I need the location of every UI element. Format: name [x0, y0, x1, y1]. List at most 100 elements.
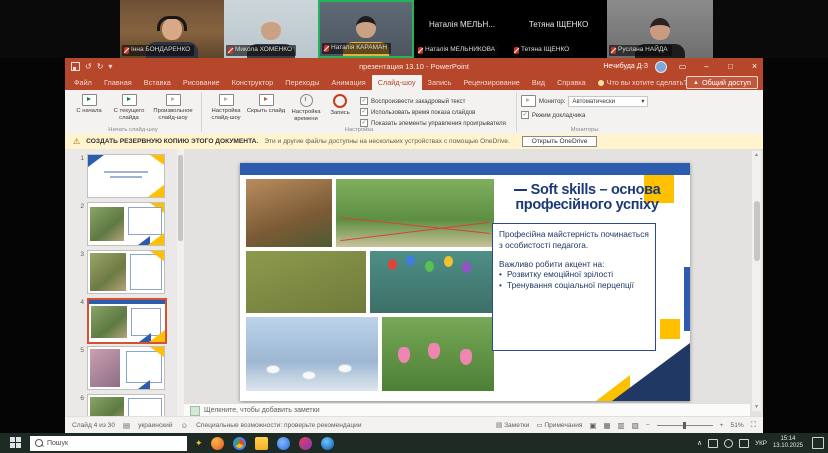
scroll-down-icon[interactable]: ▼: [752, 403, 761, 411]
tab-home[interactable]: Главная: [98, 75, 138, 90]
balloon: [406, 255, 415, 266]
tab-animations[interactable]: Анимация: [325, 75, 371, 90]
participant-tile-6[interactable]: Руслана НАЙДА: [607, 0, 713, 58]
notes-toggle[interactable]: ▤ Заметки: [496, 421, 529, 429]
comments-toggle[interactable]: ▭ Примечания: [536, 421, 582, 429]
slide-thumbnail-3[interactable]: [87, 250, 165, 294]
tab-review[interactable]: Рецензирование: [458, 75, 526, 90]
tab-draw[interactable]: Рисование: [177, 75, 226, 90]
thumb-textbox: [128, 398, 162, 417]
edge-icon[interactable]: [277, 437, 290, 450]
qat-more-icon[interactable]: ▾: [108, 62, 112, 71]
slide-text-box[interactable]: Професійна майстерність починається з ос…: [492, 223, 656, 351]
custom-slideshow-button[interactable]: Произвольное слайд-шоу: [149, 93, 197, 122]
undo-icon[interactable]: ↺: [85, 62, 92, 71]
file-explorer-icon[interactable]: [255, 437, 268, 450]
account-avatar[interactable]: [655, 61, 667, 73]
tab-insert[interactable]: Вставка: [138, 75, 177, 90]
tab-view[interactable]: Вид: [526, 75, 551, 90]
play-narrations-checkbox[interactable]: ✓ Воспроизвести закадровый текст: [360, 97, 506, 105]
normal-view-icon[interactable]: ▣: [589, 421, 596, 430]
participant-tile-2[interactable]: Микола ХОМЕНКО: [224, 0, 318, 58]
monitor-dropdown[interactable]: Автоматически ▾: [568, 96, 648, 107]
ribbon-display-options-icon[interactable]: ▭: [674, 58, 691, 75]
slide-navy-triangle: [612, 343, 690, 401]
checkbox-icon: ✓: [360, 108, 368, 116]
scrollbar-thumb[interactable]: [754, 201, 760, 261]
hide-slide-button[interactable]: Скрыть слайд: [246, 93, 286, 115]
participant-tile-4[interactable]: Наталія МЕЛЬН... Наталія МЕЛЬНИКОВА: [414, 0, 510, 58]
open-onedrive-button[interactable]: Открыть OneDrive: [522, 136, 598, 147]
from-beginning-button[interactable]: С начала: [69, 93, 109, 115]
slide-thumbnail-4-selected[interactable]: [87, 298, 167, 344]
group-label: Мониторы: [517, 127, 653, 133]
clock[interactable]: 15:14 13.10.2025: [773, 436, 803, 450]
zoom-percentage[interactable]: 51%: [731, 422, 744, 429]
reading-view-icon[interactable]: ▥: [618, 421, 625, 430]
slide-thumbnail-5[interactable]: [87, 346, 165, 390]
tell-me-box[interactable]: Что вы хотите сделать?: [592, 75, 688, 90]
presenter-view-checkbox[interactable]: ✓ Режим докладчика: [521, 111, 585, 119]
slide-thumbnail-6[interactable]: [87, 394, 165, 417]
zoom-slider[interactable]: [657, 425, 713, 426]
slide-title[interactable]: Soft skills – основа професійного успіху: [490, 183, 684, 213]
slide-thumbnail-1[interactable]: [87, 154, 165, 198]
participant-6-name-label: Руслана НАЙДА: [609, 45, 672, 56]
tab-transitions[interactable]: Переходы: [279, 75, 325, 90]
accessibility-status[interactable]: Специальные возможности: проверьте реком…: [196, 422, 361, 429]
chrome-icon[interactable]: [233, 437, 246, 450]
slide-number: 4: [74, 299, 84, 306]
tab-file[interactable]: Файл: [68, 75, 98, 90]
slide-area-scrollbar[interactable]: ▲ ▼: [752, 151, 761, 411]
setup-slideshow-button[interactable]: Настройка слайд-шоу: [206, 93, 246, 122]
participant-tile-5[interactable]: Тетяна ІЩЕНКО Тетяна ІЩЕНКО: [510, 0, 607, 58]
action-center-icon[interactable]: [812, 437, 824, 449]
language-switcher[interactable]: УКР: [755, 440, 767, 447]
language-indicator[interactable]: украинский: [138, 422, 172, 429]
save-icon[interactable]: [71, 62, 80, 71]
restore-button[interactable]: □: [722, 58, 739, 75]
zoom-in-icon[interactable]: +: [720, 422, 724, 429]
account-name[interactable]: Нечибуда Д-З: [603, 63, 648, 70]
scroll-up-icon[interactable]: ▲: [752, 151, 761, 159]
minimize-button[interactable]: –: [698, 58, 715, 75]
onedrive-banner: ⚠ СОЗДАТЬ РЕЗЕРВНУЮ КОПИЮ ЭТОГО ДОКУМЕНТ…: [65, 134, 763, 149]
slide-thumbnail-2[interactable]: [87, 202, 165, 246]
slide-sorter-view-icon[interactable]: ▦: [604, 421, 611, 430]
record-button[interactable]: Запись: [326, 93, 354, 117]
cortana-sparkle-icon[interactable]: ✦: [195, 438, 203, 449]
share-button[interactable]: ▲ Общий доступ: [686, 76, 758, 89]
slide-canvas[interactable]: Soft skills – основа професійного успіху…: [240, 163, 690, 401]
start-button[interactable]: [10, 437, 22, 449]
telegram-icon[interactable]: [321, 437, 334, 450]
scrollbar-thumb[interactable]: [178, 155, 183, 241]
participant-tile-1[interactable]: Інна БОНДАРЕНКО: [120, 0, 224, 58]
tab-slideshow[interactable]: Слайд-шоу: [372, 75, 422, 90]
participant-tile-3-active-speaker[interactable]: Наталія КАРАМАН: [318, 0, 414, 58]
use-timings-checkbox[interactable]: ✓ Использовать время показа слайдов: [360, 108, 506, 116]
close-button[interactable]: ×: [746, 58, 763, 75]
network-tray-icon[interactable]: [724, 439, 733, 448]
paint-app-icon[interactable]: [299, 437, 312, 450]
taskbar-search-box[interactable]: Пошук: [30, 436, 187, 451]
zoom-slider-knob[interactable]: [683, 422, 686, 429]
slideshow-view-icon[interactable]: ▧: [632, 421, 639, 430]
tab-record[interactable]: Запись: [422, 75, 458, 90]
redo-icon[interactable]: ↻: [97, 62, 104, 71]
zoom-out-icon[interactable]: −: [646, 422, 650, 429]
display-tray-icon[interactable]: [708, 439, 718, 448]
from-current-slide-button[interactable]: С текущего слайда: [109, 93, 149, 122]
rehearse-timings-button[interactable]: Настройка времени: [286, 93, 326, 123]
tab-design[interactable]: Конструктор: [226, 75, 280, 90]
chevron-down-icon: ▾: [641, 98, 644, 105]
fit-to-window-icon[interactable]: ⛶: [751, 420, 756, 430]
thumbnail-scrollbar[interactable]: [177, 149, 184, 417]
tab-help[interactable]: Справка: [551, 75, 592, 90]
firefox-icon[interactable]: [211, 437, 224, 450]
windows-taskbar: Пошук ✦ ∧ УКР 15:14 13.10.2025: [0, 433, 828, 453]
notes-pane[interactable]: Щелкните, чтобы добавить заметки: [184, 403, 750, 417]
spellcheck-icon[interactable]: ▤: [123, 421, 130, 430]
show-media-controls-checkbox[interactable]: ✓ Показать элементы управления проигрыва…: [360, 119, 506, 127]
hidden-icons-chevron[interactable]: ∧: [697, 439, 702, 447]
volume-tray-icon[interactable]: [739, 439, 749, 448]
